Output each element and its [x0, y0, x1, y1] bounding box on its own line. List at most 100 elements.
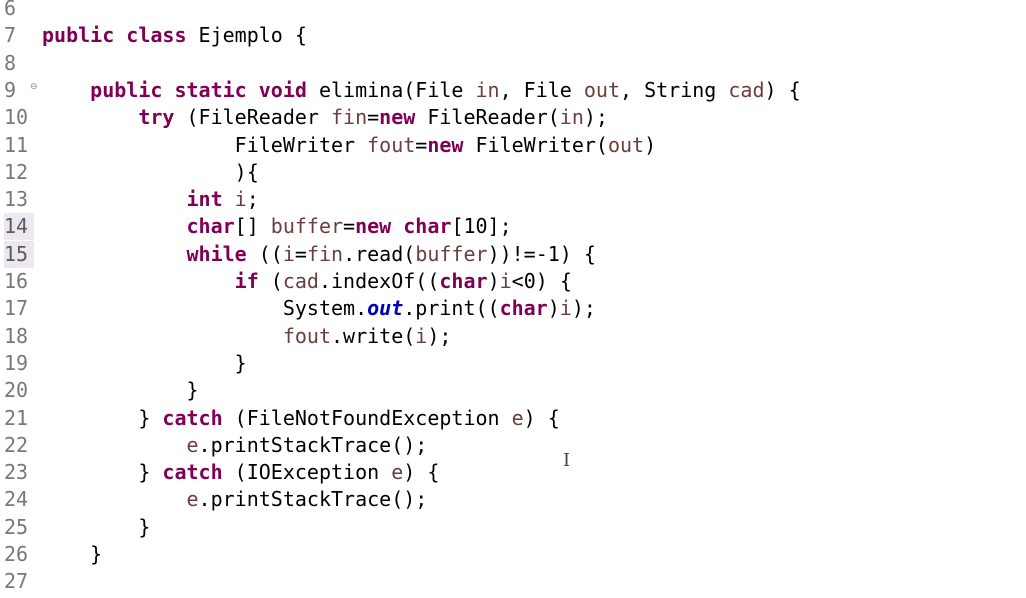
code-text: FileWriter fout=new FileWriter(out)	[42, 132, 656, 159]
line-number: 16	[4, 269, 29, 293]
code-line[interactable]: 17 System.out.print((char)i);	[0, 295, 1026, 322]
code-line[interactable]: 10 try (FileReader fin=new FileReader(in…	[0, 104, 1026, 131]
code-token: new	[379, 105, 416, 130]
code-line[interactable]: 27	[0, 568, 1026, 595]
code-token: }	[42, 350, 247, 375]
code-token: <0) {	[511, 269, 572, 293]
code-line[interactable]: 6	[0, 0, 1026, 22]
code-token: catch	[162, 460, 223, 485]
code-token: in	[559, 105, 584, 130]
code-token: i	[559, 296, 572, 321]
code-line[interactable]: 15 while ((i=fin.read(buffer))!=-1) {	[0, 240, 1026, 268]
code-line[interactable]: 22 e.printStackTrace();	[0, 432, 1026, 459]
code-token: e	[511, 405, 524, 430]
code-line[interactable]: 16 if (cad.indexOf((char)i<0) {	[0, 268, 1026, 295]
code-line[interactable]: 11 FileWriter fout=new FileWriter(out)	[0, 132, 1026, 159]
code-token: i	[499, 269, 512, 293]
code-token: (	[258, 269, 283, 293]
code-line[interactable]: 24 e.printStackTrace();	[0, 486, 1026, 513]
code-token: }	[42, 542, 103, 566]
code-token: FileWriter(	[463, 132, 608, 157]
code-line[interactable]: 12 ){	[0, 159, 1026, 186]
code-token: buffer	[270, 214, 344, 239]
line-number: 20	[4, 378, 29, 403]
code-token: );	[427, 323, 452, 348]
code-token: e	[186, 487, 199, 512]
code-editor[interactable]: 6 7 public class Ejemplo {8 9 ⊖ public stati…	[0, 0, 1026, 598]
code-text: char[] buffer=new char[10];	[42, 213, 512, 240]
code-token: fout	[367, 132, 416, 157]
code-token: (IOException	[222, 460, 392, 485]
line-number: 26	[4, 542, 29, 566]
code-text: public class Ejemplo {	[42, 22, 307, 49]
fold-toggle-icon[interactable]: ⊖	[30, 77, 38, 97]
code-line[interactable]: 8	[0, 50, 1026, 77]
code-token: ;	[246, 187, 259, 212]
line-number: 17	[4, 296, 29, 321]
code-text: } catch (IOException e) {	[42, 459, 439, 486]
line-number: 10	[4, 105, 29, 130]
code-line[interactable]: 7 public class Ejemplo {	[0, 22, 1026, 49]
code-token: char	[403, 214, 452, 239]
code-token: public static void	[90, 77, 307, 102]
code-token: FileReader(	[415, 105, 560, 130]
text-cursor-icon: I	[563, 450, 571, 471]
code-token: char	[186, 214, 235, 239]
code-line[interactable]: 19 }	[0, 350, 1026, 377]
line-number: 25	[4, 514, 29, 539]
code-token: fin	[306, 241, 344, 266]
code-line[interactable]: 14 char[] buffer=new char[10];	[0, 213, 1026, 241]
code-line[interactable]: 26 }	[0, 541, 1026, 568]
code-line[interactable]: 20 }	[0, 377, 1026, 404]
code-text: }	[42, 350, 247, 377]
code-token: , File	[499, 77, 584, 102]
code-line[interactable]: 23 } catch (IOException e) {	[0, 459, 1026, 486]
code-token: );	[583, 105, 608, 130]
code-line[interactable]: 21 } catch (FileNotFoundException e) {	[0, 405, 1026, 432]
code-token: )	[644, 132, 657, 157]
line-number: 18	[4, 323, 29, 348]
code-token: System.	[42, 296, 368, 321]
code-line[interactable]: 25 }	[0, 514, 1026, 541]
code-token: )	[547, 296, 560, 321]
line-number: 19	[4, 350, 29, 375]
code-line[interactable]: 9 ⊖ public static void elimina(File in, F…	[0, 77, 1026, 104]
code-token: fout	[282, 323, 331, 348]
code-token: =	[343, 214, 356, 239]
line-number: 24	[4, 487, 29, 512]
line-number: 11	[4, 132, 29, 157]
code-token: ) {	[523, 405, 560, 430]
code-token: .printStackTrace();	[198, 432, 428, 457]
line-number: 15	[4, 240, 34, 268]
code-token: in	[475, 77, 500, 102]
code-token: elimina(File	[306, 77, 476, 102]
code-token: .printStackTrace();	[198, 487, 428, 512]
code-token: cad	[282, 269, 319, 293]
code-text: e.printStackTrace();	[42, 432, 428, 459]
code-token: buffer	[415, 241, 488, 266]
code-token: (FileNotFoundException	[222, 405, 512, 430]
code-token: out	[607, 132, 645, 157]
code-token: i	[282, 241, 295, 266]
code-line[interactable]: 13 int i;	[0, 186, 1026, 213]
code-token: }	[42, 460, 163, 485]
code-text: } catch (FileNotFoundException e) {	[42, 405, 560, 432]
code-token: }	[42, 405, 163, 430]
line-number: 8	[4, 50, 17, 75]
code-text: e.printStackTrace();	[42, 486, 428, 513]
code-text: System.out.print((char)i);	[42, 295, 596, 322]
line-number: 22	[4, 432, 29, 457]
code-token: fin	[331, 105, 368, 130]
code-token: ((	[246, 241, 283, 266]
code-token: new	[355, 214, 392, 239]
code-token: .write(	[331, 323, 416, 348]
code-text: int i;	[42, 186, 259, 213]
code-line[interactable]: 18 fout.write(i);	[0, 323, 1026, 350]
code-token: Ejemplo {	[186, 23, 307, 48]
code-token: i	[234, 187, 247, 212]
